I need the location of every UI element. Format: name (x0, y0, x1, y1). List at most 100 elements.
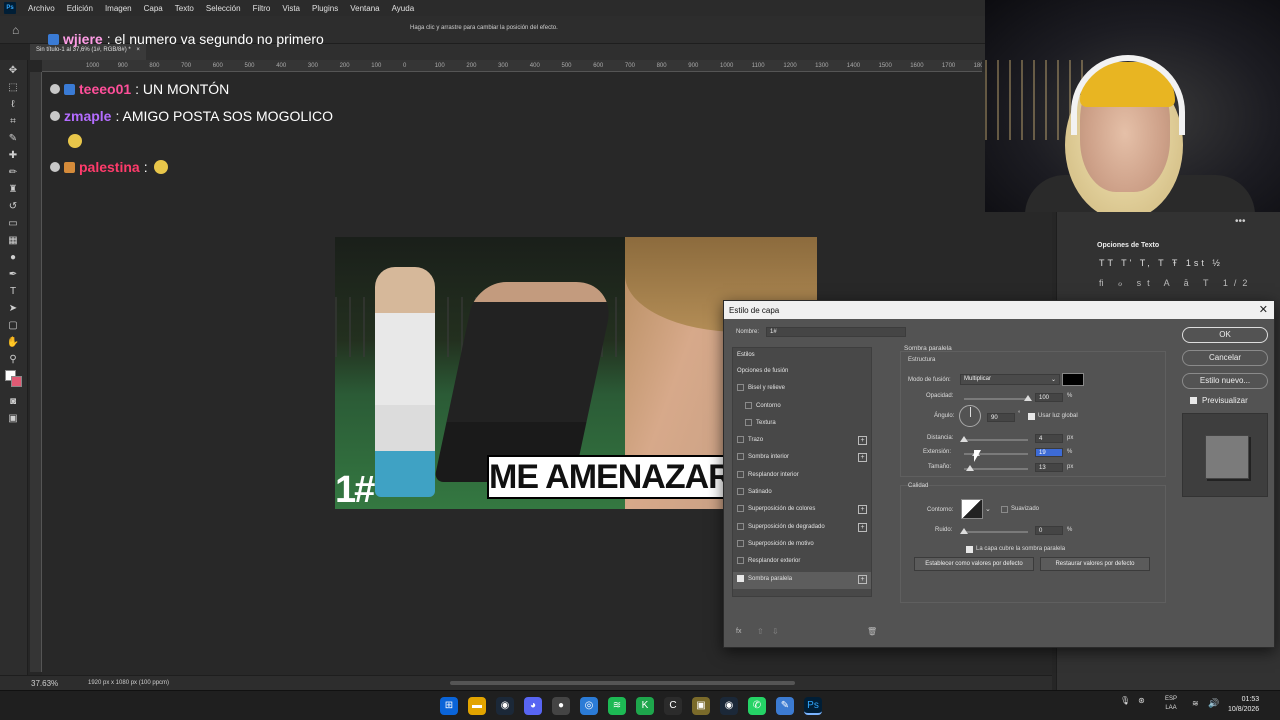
menu-filtro[interactable]: Filtro (247, 4, 277, 13)
size-input[interactable]: 13 (1035, 463, 1063, 472)
menu-vista[interactable]: Vista (276, 4, 306, 13)
style-item[interactable]: Superposición de degradado + (733, 520, 871, 537)
type-tool-icon[interactable]: T (6, 285, 20, 299)
distance-slider-track[interactable] (964, 439, 1028, 441)
style-checkbox[interactable] (737, 470, 744, 478)
brush-tool-icon[interactable]: ✏ (6, 166, 20, 180)
volume-icon[interactable]: 🔊 (1208, 698, 1219, 709)
style-checkbox[interactable] (737, 522, 744, 530)
photoshop-logo-icon[interactable]: Ps (4, 2, 16, 14)
menu-texto[interactable]: Texto (169, 4, 200, 13)
add-style-icon[interactable]: + (858, 436, 867, 446)
opacity-slider-knob[interactable] (1024, 395, 1032, 401)
zoom-tool-icon[interactable]: ⚲ (6, 353, 20, 367)
background-color-swatch[interactable] (11, 376, 22, 387)
clone-stamp-tool-icon[interactable]: ♜ (6, 183, 20, 197)
angle-dial[interactable] (959, 405, 981, 427)
style-item[interactable]: Bisel y relieve (733, 381, 871, 398)
style-checkbox[interactable] (737, 436, 744, 444)
eyedropper-tool-icon[interactable]: ✎ (6, 132, 20, 146)
add-style-icon[interactable]: + (858, 522, 867, 532)
start-icon[interactable]: ⊞ (440, 697, 458, 715)
shape-tool-icon[interactable]: ▢ (6, 319, 20, 333)
spread-input[interactable]: 19 (1035, 448, 1063, 457)
style-checkbox[interactable] (737, 488, 744, 496)
noise-input[interactable]: 0 (1035, 526, 1063, 535)
style-checkbox[interactable] (745, 401, 752, 409)
menu-ventana[interactable]: Ventana (344, 4, 385, 13)
layer-knocks-out-checkbox[interactable] (966, 546, 973, 553)
style-item[interactable]: Contorno (733, 399, 871, 416)
style-item[interactable]: Superposición de colores + (733, 502, 871, 519)
cancel-button[interactable]: Cancelar (1182, 350, 1268, 366)
screen-mode-icon[interactable]: ▣ (6, 412, 20, 426)
make-default-button[interactable]: Establecer como valores por defecto (914, 557, 1034, 571)
github-icon[interactable]: ● (552, 697, 570, 715)
history-brush-tool-icon[interactable]: ↺ (6, 200, 20, 214)
global-light-checkbox[interactable] (1028, 413, 1035, 420)
add-style-icon[interactable]: + (858, 574, 867, 584)
opacity-input[interactable]: 100 (1035, 393, 1063, 402)
marquee-tool-icon[interactable]: ⬚ (6, 81, 20, 95)
ccleaner-icon[interactable]: C (664, 697, 682, 715)
antialias-checkbox[interactable] (1001, 506, 1008, 513)
move-tool-icon[interactable]: ✥ (6, 64, 20, 78)
microphone-icon[interactable]: 🎙 (1120, 696, 1130, 705)
healing-tool-icon[interactable]: ✚ (6, 149, 20, 163)
steam-icon[interactable]: ◉ (496, 697, 514, 715)
menu-capa[interactable]: Capa (138, 4, 169, 13)
add-style-icon[interactable]: + (858, 505, 867, 515)
menu-seleccion[interactable]: Selección (200, 4, 247, 13)
style-item[interactable]: Satinado (733, 485, 871, 502)
fx-icon[interactable]: fx (736, 628, 741, 635)
trash-icon[interactable]: 🗑 (867, 627, 877, 636)
text-options-title[interactable]: Opciones de Texto (1097, 242, 1159, 249)
spotify-icon[interactable]: ≋ (608, 697, 626, 715)
style-item[interactable]: Superposición de motivo (733, 537, 871, 554)
preview-checkbox[interactable] (1190, 397, 1197, 404)
style-item[interactable]: Sombra interior + (733, 450, 871, 467)
game-launcher-icon[interactable]: ▣ (692, 697, 710, 715)
pen-tool-icon[interactable]: ✒ (6, 268, 20, 282)
layer-name-input[interactable]: 1# (766, 327, 906, 337)
menu-edicion[interactable]: Edición (61, 4, 99, 13)
kick-icon[interactable]: K (636, 697, 654, 715)
home-icon[interactable]: ⌂ (12, 23, 19, 37)
dialog-title-bar[interactable]: Estilo de capa ✕ (724, 301, 1274, 319)
lasso-tool-icon[interactable]: ℓ (6, 98, 20, 112)
reset-default-button[interactable]: Restaurar valores por defecto (1040, 557, 1150, 571)
ok-button[interactable]: OK (1182, 327, 1268, 343)
system-clock[interactable]: 01:53 10/8/2026 (1228, 695, 1259, 715)
whatsapp-icon[interactable]: ✆ (748, 697, 766, 715)
menu-archivo[interactable]: Archivo (22, 4, 61, 13)
close-icon[interactable]: × (136, 47, 140, 53)
opacity-slider-track[interactable] (964, 398, 1028, 400)
caption-text-layer[interactable]: ME AMENAZARO (487, 455, 725, 499)
dodge-tool-icon[interactable]: ● (6, 251, 20, 265)
menu-plugins[interactable]: Plugins (306, 4, 344, 13)
opentype-buttons[interactable]: ﬁ ℴ st A ā T 1/2 (1099, 278, 1253, 289)
chevron-down-icon[interactable]: ⌄ (985, 505, 991, 513)
style-item[interactable]: Opciones de fusión (733, 364, 871, 381)
arrow-up-icon[interactable]: ⇧ (757, 627, 764, 636)
distance-slider-knob[interactable] (960, 436, 968, 442)
chrome-icon[interactable]: ◎ (580, 697, 598, 715)
style-checkbox[interactable] (737, 574, 744, 582)
shadow-color-swatch[interactable] (1062, 373, 1084, 386)
noise-slider-knob[interactable] (960, 528, 968, 534)
style-checkbox[interactable] (745, 418, 752, 426)
new-style-button[interactable]: Estilo nuevo... (1182, 373, 1268, 389)
zoom-level[interactable]: 37.63% (31, 679, 58, 688)
add-style-icon[interactable]: + (858, 453, 867, 463)
network-icon[interactable]: ⊛ (1138, 696, 1145, 705)
gradient-tool-icon[interactable]: ▦ (6, 234, 20, 248)
wifi-icon[interactable]: ≋ (1192, 699, 1199, 708)
eraser-tool-icon[interactable]: ▭ (6, 217, 20, 231)
close-icon[interactable]: ✕ (1259, 303, 1268, 316)
size-slider-knob[interactable] (966, 465, 975, 471)
style-item[interactable]: Trazo + (733, 433, 871, 450)
quick-mask-icon[interactable]: ◙ (6, 395, 20, 409)
style-item[interactable]: Textura (733, 416, 871, 433)
style-item[interactable]: Sombra paralela + (733, 571, 871, 589)
horizontal-scrollbar[interactable] (450, 681, 795, 685)
